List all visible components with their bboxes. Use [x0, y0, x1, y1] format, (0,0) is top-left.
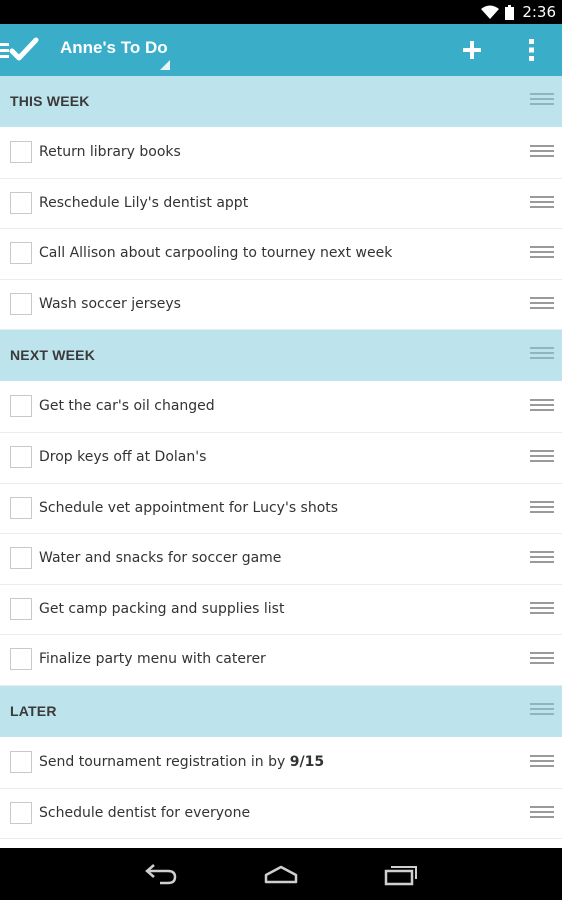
home-icon[interactable]	[264, 862, 298, 886]
task-checkbox[interactable]	[10, 191, 32, 214]
dropdown-caret-icon[interactable]	[160, 60, 170, 70]
task-list: THIS WEEK Return library books Reschedul…	[0, 76, 562, 840]
task-row[interactable]: Schedule vet appointment for Lucy's shot…	[0, 483, 562, 535]
drag-handle-icon[interactable]	[530, 347, 554, 363]
section-title: LATER	[10, 702, 57, 719]
drag-handle-icon[interactable]	[530, 246, 554, 262]
task-checkbox[interactable]	[10, 395, 32, 418]
task-checkbox[interactable]	[10, 292, 32, 315]
add-icon	[463, 41, 481, 59]
task-row[interactable]: Return library books	[0, 128, 562, 179]
drag-handle-icon[interactable]	[530, 195, 554, 212]
list-title[interactable]: Anne's To Do	[60, 38, 168, 58]
drag-handle-icon[interactable]	[530, 702, 554, 719]
add-button[interactable]	[458, 36, 486, 64]
task-row[interactable]: Send tournament registration in by 9/15	[0, 737, 562, 789]
task-row[interactable]: Finalize party menu with caterer	[0, 635, 562, 686]
task-due-date: 9/15	[289, 753, 325, 770]
battery-icon	[505, 4, 515, 20]
drag-handle-icon[interactable]	[530, 601, 554, 618]
action-bar: Anne's To Do	[0, 24, 562, 76]
task-text: Return library books	[39, 144, 181, 160]
task-text: Schedule dentist for everyone	[39, 804, 251, 821]
section-title: THIS WEEK	[10, 93, 90, 109]
navigation-bar	[0, 848, 562, 900]
task-row[interactable]: Wash soccer jerseys	[0, 279, 562, 331]
task-text: Schedule vet appointment for Lucy's shot…	[39, 499, 339, 516]
task-checkbox[interactable]	[10, 648, 32, 671]
task-row[interactable]: Drop keys off at Dolan's	[0, 432, 562, 484]
task-text: Send tournament registration in by 9/15	[39, 754, 324, 770]
recent-apps-icon[interactable]	[384, 862, 418, 886]
task-text: Finalize party menu with caterer	[39, 651, 266, 668]
task-text: Get the car's oil changed	[39, 398, 215, 415]
task-text: Drop keys off at Dolan's	[39, 448, 207, 465]
overflow-menu-icon	[529, 39, 534, 61]
section-title: NEXT WEEK	[10, 347, 96, 364]
drag-handle-icon[interactable]	[530, 399, 554, 415]
status-time: 2:36	[522, 3, 556, 21]
drag-handle-icon[interactable]	[530, 500, 554, 517]
task-row[interactable]: Water and snacks for soccer game	[0, 534, 562, 585]
task-checkbox[interactable]	[10, 750, 32, 773]
section-header-later[interactable]: LATER	[0, 685, 562, 738]
task-row[interactable]: Schedule dentist for everyone	[0, 788, 562, 840]
task-checkbox[interactable]	[10, 445, 32, 468]
back-icon[interactable]	[144, 862, 178, 886]
overflow-menu-button[interactable]	[520, 36, 544, 64]
task-checkbox[interactable]	[10, 801, 32, 824]
section-header-next-week[interactable]: NEXT WEEK	[0, 330, 562, 383]
section-header-this-week[interactable]: THIS WEEK	[0, 76, 562, 128]
task-checkbox[interactable]	[10, 141, 32, 163]
task-row[interactable]: Call Allison about carpooling to tourney…	[0, 229, 562, 280]
drag-handle-icon[interactable]	[530, 145, 554, 161]
task-text-main: Send tournament registration in by	[39, 753, 290, 770]
drag-handle-icon[interactable]	[530, 652, 554, 668]
task-checkbox[interactable]	[10, 496, 32, 519]
task-row[interactable]: Get the car's oil changed	[0, 382, 562, 433]
drag-handle-icon[interactable]	[530, 754, 554, 771]
menu-check-icon[interactable]	[0, 34, 42, 66]
drag-handle-icon[interactable]	[530, 93, 554, 109]
task-text: Reschedule Lily's dentist appt	[39, 194, 249, 211]
task-row[interactable]: Reschedule Lily's dentist appt	[0, 178, 562, 230]
task-checkbox[interactable]	[10, 547, 32, 570]
drag-handle-icon[interactable]	[530, 296, 554, 313]
task-row[interactable]: Get camp packing and supplies list	[0, 584, 562, 636]
wifi-icon	[481, 5, 500, 19]
drag-handle-icon[interactable]	[530, 805, 554, 822]
task-text: Water and snacks for soccer game	[39, 550, 282, 567]
task-text: Wash soccer jerseys	[39, 295, 181, 312]
drag-handle-icon[interactable]	[530, 449, 554, 466]
task-text: Call Allison about carpooling to tourney…	[39, 245, 393, 262]
drag-handle-icon[interactable]	[530, 551, 554, 567]
task-checkbox[interactable]	[10, 597, 32, 620]
task-checkbox[interactable]	[10, 242, 32, 265]
status-bar: 2:36	[0, 0, 562, 24]
task-text: Get camp packing and supplies list	[39, 600, 285, 617]
